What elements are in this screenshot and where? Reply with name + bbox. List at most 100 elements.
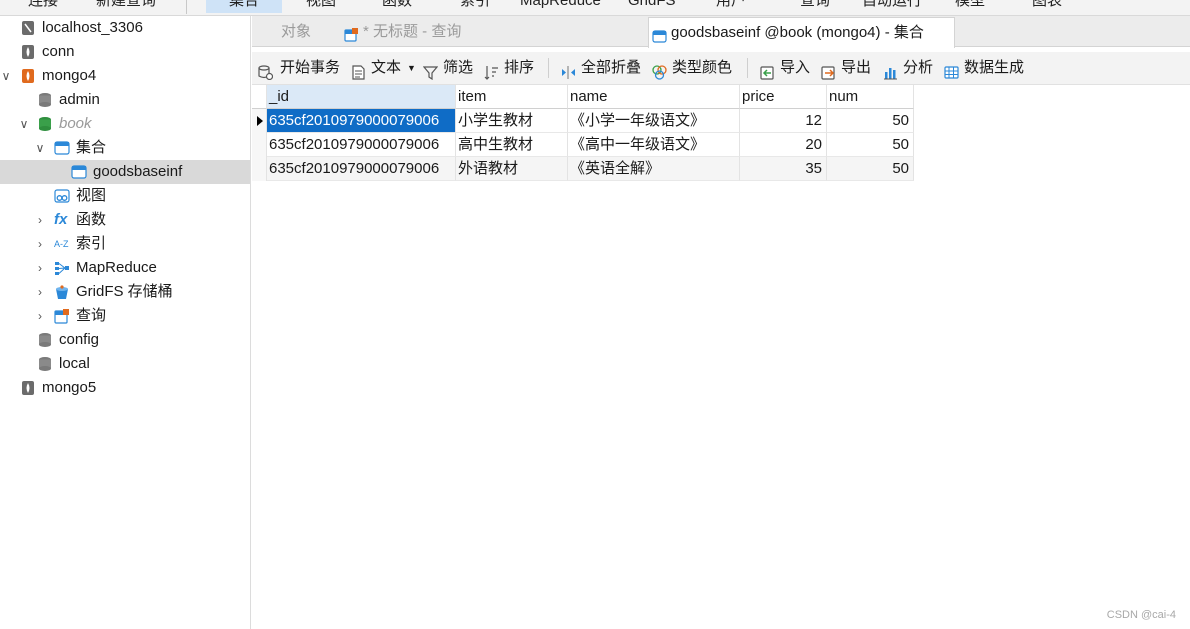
chevron-right-icon[interactable]: › <box>34 280 46 304</box>
row-marker[interactable] <box>252 157 267 181</box>
tree-item-mongo4[interactable]: ∨ mongo4 <box>0 64 250 88</box>
collapse-all-button[interactable]: 全部折叠 <box>561 52 643 84</box>
tree-item-collections[interactable]: ∨ 集合 <box>0 136 250 160</box>
tree-item-queries[interactable]: › 查询 <box>0 304 250 328</box>
tree-item-indexes[interactable]: › A-Z 索引 <box>0 232 250 256</box>
tree-item-label: book <box>59 115 92 132</box>
chevron-down-icon[interactable]: ∨ <box>34 136 46 160</box>
row-marker[interactable] <box>252 133 267 157</box>
tab-untitled-query[interactable]: * 无标题 - 查询 <box>341 18 647 46</box>
tree-item-label: GridFS 存储桶 <box>76 283 173 300</box>
chevron-right-icon[interactable]: › <box>34 232 46 256</box>
tree-item-mongo5[interactable]: mongo5 <box>0 376 250 400</box>
query-toolbar-button[interactable]: 查询 <box>800 0 830 13</box>
view-icon <box>54 188 70 204</box>
table-cell-id[interactable]: 635cf2010979000079006 <box>267 133 456 157</box>
database-icon <box>37 116 53 132</box>
column-header-id[interactable]: _id <box>267 85 456 109</box>
tab-objects[interactable]: 对象 <box>252 18 340 46</box>
server-icon <box>20 380 36 396</box>
query-icon <box>344 24 359 42</box>
column-header-item[interactable]: item <box>456 85 568 109</box>
text-icon <box>351 60 366 80</box>
table-cell-num[interactable]: 50 <box>827 133 914 157</box>
function-toolbar-button[interactable]: 函数 <box>382 0 412 13</box>
table-cell-name[interactable]: 《英语全解》 <box>568 157 740 181</box>
chevron-right-icon[interactable]: › <box>34 208 46 232</box>
tree-item-label: conn <box>42 43 75 60</box>
tree-item-functions[interactable]: › fx 函数 <box>0 208 250 232</box>
chevron-right-icon[interactable]: › <box>34 304 46 328</box>
model-toolbar-button[interactable]: 模型 <box>955 0 985 13</box>
new-query-button[interactable]: 新建查询 <box>96 0 156 13</box>
editor-tab-bar: 对象 * 无标题 - 查询 goodsbaseinf @book (mongo4… <box>252 16 1190 48</box>
mapreduce-toolbar-button[interactable]: MapReduce <box>520 0 601 13</box>
type-color-button[interactable]: 类型颜色 <box>652 52 734 84</box>
dropdown-arrow-icon: ▼ <box>407 63 416 73</box>
row-marker[interactable] <box>252 109 267 133</box>
table-cell-num[interactable]: 50 <box>827 109 914 133</box>
table-cell-item[interactable]: 外语教材 <box>456 157 568 181</box>
tree-item-config[interactable]: config <box>0 328 250 352</box>
chart-toolbar-button[interactable]: 图表 <box>1032 0 1062 13</box>
server-icon <box>20 20 36 36</box>
tab-goodsbaseinf-collection[interactable]: goodsbaseinf @book (mongo4) - 集合 <box>648 17 955 48</box>
column-header-num[interactable]: num <box>827 85 914 109</box>
gridfs-toolbar-button[interactable]: GridFS <box>628 0 676 13</box>
table-cell-price[interactable]: 12 <box>740 109 827 133</box>
view-toolbar-button[interactable]: 视图 <box>306 0 336 13</box>
tree-item-label: 视图 <box>76 187 107 204</box>
table-cell-num[interactable]: 50 <box>827 157 914 181</box>
collapse-icon <box>561 60 576 79</box>
index-icon: A-Z <box>54 239 69 249</box>
table-cell-price[interactable]: 35 <box>740 157 827 181</box>
import-button[interactable]: 导入 <box>760 52 812 84</box>
collection-toolbar-button[interactable]: 集合 <box>206 0 282 13</box>
main-toolbar: 连接 新建查询 集合 视图 函数 索引 MapReduce GridFS 用户 … <box>0 0 1190 16</box>
filter-button[interactable]: 筛选 <box>422 52 475 84</box>
table-cell-id[interactable]: 635cf2010979000079006 <box>267 157 456 181</box>
tree-item-admin[interactable]: admin <box>0 88 250 112</box>
export-button[interactable]: 导出 <box>821 52 873 84</box>
table-cell-id[interactable]: 635cf2010979000079006 <box>267 109 456 133</box>
tree-item-label: 查询 <box>76 307 107 324</box>
index-toolbar-button[interactable]: 索引 <box>460 0 490 13</box>
tree-item-views[interactable]: 视图 <box>0 184 250 208</box>
action-label: 排序 <box>504 59 535 76</box>
query-icon <box>54 308 70 324</box>
tree-item-gridfs[interactable]: › GridFS 存储桶 <box>0 280 250 304</box>
tree-item-label: localhost_3306 <box>42 19 143 36</box>
table-cell-name[interactable]: 《高中一年级语文》 <box>568 133 740 157</box>
begin-transaction-button[interactable]: 开始事务 <box>258 52 344 84</box>
connect-button[interactable]: 连接 <box>28 0 58 13</box>
chevron-down-icon[interactable]: ∨ <box>18 112 30 136</box>
analyze-button[interactable]: 分析 <box>883 52 935 84</box>
tree-item-localhost-3306[interactable]: localhost_3306 <box>0 16 250 40</box>
table-cell-item[interactable]: 高中生教材 <box>456 133 568 157</box>
tree-item-mapreduce[interactable]: › MapReduce <box>0 256 250 280</box>
text-view-button[interactable]: 文本 ▼ <box>351 52 417 84</box>
tree-item-goodsbaseinf[interactable]: goodsbaseinf <box>0 160 250 184</box>
database-icon <box>37 332 53 348</box>
table-cell-item[interactable]: 小学生教材 <box>456 109 568 133</box>
tree-item-local[interactable]: local <box>0 352 250 376</box>
tree-item-label: config <box>59 331 100 348</box>
column-header-price[interactable]: price <box>740 85 827 109</box>
column-header-name[interactable]: name <box>568 85 740 109</box>
row-header-corner <box>252 85 267 109</box>
chevron-down-icon[interactable]: ∨ <box>0 64 12 88</box>
chevron-right-icon[interactable]: › <box>34 256 46 280</box>
action-label: 文本 <box>371 59 402 76</box>
automation-toolbar-button[interactable]: 自动运行 <box>862 0 922 13</box>
user-toolbar-button[interactable]: 用户 <box>716 0 746 13</box>
collection-icon <box>652 25 667 43</box>
data-generate-button[interactable]: 数据生成 <box>944 52 1030 84</box>
tree-item-label: 函数 <box>76 211 107 228</box>
table-cell-price[interactable]: 20 <box>740 133 827 157</box>
sort-button[interactable]: 排序 <box>484 52 536 84</box>
watermark-text: CSDN @cai-4 <box>1106 609 1176 621</box>
tree-item-label: mongo5 <box>42 379 97 396</box>
tree-item-conn[interactable]: conn <box>0 40 250 64</box>
tree-item-book[interactable]: ∨ book <box>0 112 250 136</box>
table-cell-name[interactable]: 《小学一年级语文》 <box>568 109 740 133</box>
